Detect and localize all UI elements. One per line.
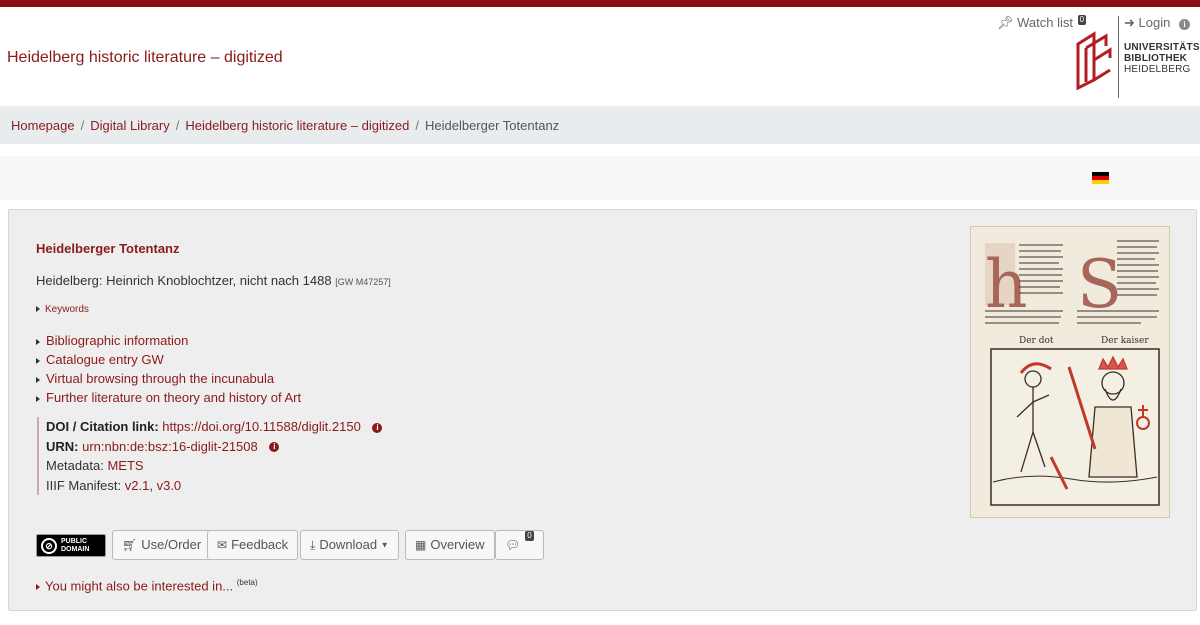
iiif-row: IIIF Manifest: v2.1, v3.0 [46, 476, 382, 496]
overview-button[interactable]: ▦ Overview [405, 530, 495, 560]
download-icon: ⤓ [310, 538, 316, 552]
download-label: Download [319, 537, 378, 552]
comments-button[interactable]: 💬︎ 0 [495, 530, 544, 560]
caret-right-icon [36, 395, 40, 402]
breadcrumb-current: Heidelberger Totentanz [424, 118, 560, 133]
urn-label: URN: [46, 438, 79, 454]
record-imprint: Heidelberg: Heinrich Knoblochtzer, nicht… [36, 273, 391, 288]
link-bibliographic-information[interactable]: Bibliographic information [36, 331, 301, 350]
comments-count-badge: 0 [525, 531, 534, 541]
breadcrumb-separator: / [415, 118, 419, 133]
metadata-label: Metadata: [46, 458, 104, 473]
citation-block: DOI / Citation link: https://doi.org/10.… [37, 417, 383, 496]
breadcrumb-separator: / [80, 118, 85, 133]
breadcrumb-homepage[interactable]: Homepage [11, 118, 75, 133]
download-button[interactable]: ⤓ Download ▼ [300, 530, 399, 560]
breadcrumb-separator: / [175, 118, 180, 133]
book-thumbnail[interactable]: h S Der dot Der kaiser [970, 226, 1170, 518]
public-domain-badge[interactable]: ⊘ PUBLIC DOMAIN [36, 534, 106, 557]
keywords-toggle[interactable]: Keywords [36, 304, 89, 315]
woodcut-frame [990, 348, 1160, 506]
keywords-label: Keywords [45, 304, 89, 315]
overview-label: Overview [430, 537, 485, 552]
envelope-icon: ✉ [217, 538, 228, 552]
link-further-literature[interactable]: Further literature on theory and history… [36, 388, 301, 407]
cart-icon: 🛒︎ [122, 538, 138, 552]
logo-line1: UNIVERSITÄTS- [1124, 42, 1200, 53]
caption-left: Der dot [1019, 336, 1054, 346]
link-label[interactable]: Virtual browsing through the incunabula [46, 371, 274, 386]
breadcrumb-digital-library[interactable]: Digital Library [90, 118, 169, 133]
feedback-label: Feedback [231, 537, 289, 552]
metadata-row: Metadata: METS [46, 456, 382, 476]
iiif-v3-link[interactable]: v3.0 [157, 478, 182, 493]
link-label[interactable]: Further literature on theory and history… [46, 390, 301, 405]
caret-right-icon [36, 376, 40, 383]
beta-tag: (beta) [236, 578, 258, 587]
caret-right-icon [36, 338, 40, 345]
urn-row: URN: urn:nbn:de:bsz:16-diglit-21508 i [46, 437, 382, 457]
top-accent-bar [0, 0, 1200, 7]
imprint-text: Heidelberg: Heinrich Knoblochtzer, nicht… [36, 273, 332, 288]
login-link[interactable]: ➜ Login [1124, 15, 1170, 31]
logo-text: UNIVERSITÄTS- BIBLIOTHEK HEIDELBERG [1124, 42, 1200, 75]
caret-right-icon [36, 357, 40, 364]
info-icon[interactable]: i [1179, 15, 1190, 30]
chevron-down-icon: ▼ [380, 540, 389, 550]
breadcrumb-bar: Homepage / Digital Library / Heidelberg hist… [0, 106, 1200, 144]
doi-row: DOI / Citation link: https://doi.org/10.… [46, 417, 383, 437]
use-order-button[interactable]: 🛒︎ Use/Order [112, 530, 212, 560]
breadcrumb: Homepage / Digital Library / Heidelberg hist… [11, 118, 559, 133]
doi-label: DOI / Citation link: [46, 419, 159, 434]
urn-link[interactable]: urn:nbn:de:bsz:16-diglit-21508 [82, 439, 258, 454]
german-flag-icon[interactable] [1092, 172, 1109, 184]
doi-info-icon[interactable]: i [372, 422, 383, 433]
user-toolbar [0, 156, 1200, 200]
also-interested-toggle[interactable]: You might also be interested in... (beta… [36, 578, 258, 593]
iiif-separator: , [149, 477, 153, 493]
link-label[interactable]: Bibliographic information [46, 333, 188, 348]
watchlist-link[interactable]: 📌︎ Watch list 0 [997, 15, 1087, 31]
woodcut-page-image: h S Der dot Der kaiser [985, 240, 1160, 506]
public-domain-text: PUBLIC DOMAIN [61, 538, 89, 554]
record-links: Bibliographic information Catalogue entr… [36, 331, 301, 407]
logo-divider [1118, 16, 1119, 98]
doi-link[interactable]: https://doi.org/10.11588/diglit.2150 [162, 419, 361, 434]
record-panel: Heidelberger Totentanz Heidelberg: Heinr… [8, 209, 1197, 611]
site-title-link[interactable]: Heidelberg historic literature – digitiz… [7, 49, 283, 67]
license-line1: PUBLIC [61, 538, 88, 545]
mets-link[interactable]: METS [107, 458, 143, 473]
watchlist-count-badge: 0 [1077, 15, 1087, 25]
logo-emblem-icon [1076, 31, 1112, 90]
gw-reference: [GW M47257] [335, 277, 391, 287]
iiif-label: IIIF Manifest: [46, 477, 122, 493]
comments-icon: 💬︎ [505, 538, 521, 552]
license-line2: DOMAIN [61, 546, 90, 553]
logo-line3: HEIDELBERG [1124, 64, 1191, 75]
iiif-v2-link[interactable]: v2.1 [125, 478, 150, 493]
urn-info-icon[interactable]: i [269, 442, 280, 453]
watchlist-label: Watch list [1017, 15, 1073, 30]
sign-in-icon: ➜ [1124, 15, 1135, 30]
caret-right-icon [36, 306, 40, 313]
login-label: Login [1138, 15, 1171, 30]
public-domain-icon: ⊘ [41, 538, 57, 554]
link-label[interactable]: Catalogue entry GW [46, 352, 164, 367]
breadcrumb-historic-literature[interactable]: Heidelberg historic literature – digitiz… [185, 118, 409, 133]
logo-line2: BIBLIOTHEK [1124, 53, 1188, 64]
pin-icon: 📌︎ [997, 15, 1014, 30]
caret-right-icon [36, 583, 40, 590]
caption-right: Der kaiser [1101, 336, 1149, 346]
use-order-label: Use/Order [141, 537, 202, 552]
also-interested-label: You might also be interested in... [45, 578, 234, 594]
link-catalogue-entry-gw[interactable]: Catalogue entry GW [36, 350, 301, 369]
record-title: Heidelberger Totentanz [36, 241, 180, 256]
link-virtual-browsing[interactable]: Virtual browsing through the incunabula [36, 369, 301, 388]
grid-icon: ▦ [415, 538, 427, 552]
feedback-button[interactable]: ✉ Feedback [207, 530, 299, 560]
